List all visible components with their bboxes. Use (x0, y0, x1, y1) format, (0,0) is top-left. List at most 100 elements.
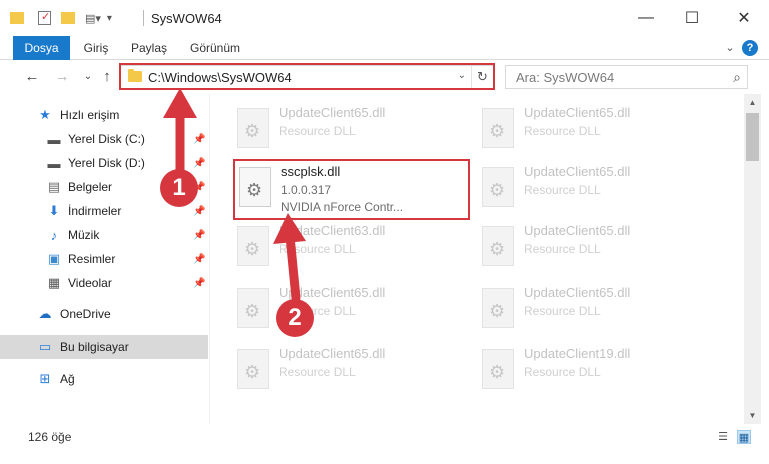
sidebar-item-pictures[interactable]: ▣ Resimler 📌 (0, 247, 208, 271)
pin-icon[interactable]: 📌 (193, 158, 205, 169)
file-name: UpdateClient65.dll (279, 285, 386, 300)
dll-file-icon: ⚙ (237, 108, 269, 148)
dll-file-icon: ⚙ (482, 288, 514, 328)
sidebar-item-quick-access[interactable]: ★ Hızlı erişim (0, 103, 208, 127)
sidebar-item-videos[interactable]: ▦ Videolar 📌 (0, 271, 208, 295)
sidebar-item-label: OneDrive (60, 307, 111, 321)
file-highlight-box (233, 159, 470, 220)
file-item[interactable]: ⚙ UpdateClient63.dll Resource DLL (231, 218, 467, 276)
title-separator (143, 10, 144, 26)
download-icon: ⬇ (48, 203, 60, 218)
file-item[interactable]: ⚙ UpdateClient65.dll Resource DLL (476, 100, 712, 158)
search-icon[interactable]: ⌕ (733, 69, 741, 86)
file-description: Resource DLL (279, 124, 356, 138)
gear-icon: ⚙ (489, 301, 506, 321)
sidebar-item-label: Yerel Disk (D:) (68, 156, 145, 170)
sidebar-item-local-disk-c[interactable]: ▬ Yerel Disk (C:) 📌 (0, 127, 208, 151)
tab-view[interactable]: Görünüm (184, 36, 246, 60)
file-name: UpdateClient65.dll (524, 164, 631, 179)
vertical-scrollbar[interactable]: ▲ ▼ (744, 94, 761, 424)
pin-icon[interactable]: 📌 (193, 230, 205, 241)
documents-icon: ▤ (47, 179, 61, 194)
scroll-up-icon[interactable]: ▲ (744, 94, 761, 111)
sidebar-item-onedrive[interactable]: ☁ OneDrive (0, 302, 208, 326)
file-item[interactable]: ⚙ UpdateClient65.dll Resource DLL (476, 159, 712, 217)
file-item[interactable]: ⚙ UpdateClient65.dll Resource DLL (476, 280, 712, 338)
dll-file-icon: ⚙ (482, 108, 514, 148)
sidebar-item-label: Resimler (68, 252, 116, 266)
pin-icon[interactable]: 📌 (193, 278, 205, 289)
callout-badge-2: 2 (276, 299, 314, 337)
quick-access-dropdown-icon[interactable]: ▾ (107, 13, 112, 24)
close-button[interactable]: ✕ (721, 0, 767, 36)
gear-icon: ⚙ (489, 121, 506, 141)
sidebar-item-label: Müzik (68, 228, 100, 242)
drive-icon: ▬ (47, 131, 61, 147)
file-description: Resource DLL (524, 242, 601, 256)
file-description: Resource DLL (524, 124, 601, 138)
gear-icon: ⚙ (489, 239, 506, 259)
expand-ribbon-icon[interactable]: ⌄ (722, 40, 738, 56)
file-item[interactable]: ⚙ UpdateClient65.dll Resource DLL (231, 280, 467, 338)
file-name: UpdateClient63.dll (279, 223, 386, 238)
search-input[interactable]: Ara: SysWOW64 (516, 70, 614, 85)
scroll-thumb[interactable] (746, 113, 759, 161)
computer-icon: ▭ (38, 339, 52, 354)
file-name: UpdateClient65.dll (279, 105, 386, 120)
sidebar-item-label: Hızlı erişim (60, 108, 120, 122)
new-folder-icon[interactable] (61, 12, 75, 24)
dll-file-icon: ⚙ (482, 167, 514, 207)
file-description: Resource DLL (524, 183, 601, 197)
item-count: 126 öğe (28, 430, 72, 444)
navigation-pane: ★ Hızlı erişim ▬ Yerel Disk (C:) 📌 ▬ Yer… (0, 94, 210, 424)
sidebar-item-label: Belgeler (68, 180, 113, 194)
file-name: UpdateClient65.dll (524, 105, 631, 120)
pin-icon[interactable]: 📌 (193, 206, 205, 217)
maximize-button[interactable]: ☐ (669, 0, 715, 36)
ribbon: Dosya Giriş Paylaş Görünüm ⌄ ? (0, 36, 769, 94)
star-icon: ★ (39, 107, 51, 122)
file-description: Resource DLL (524, 304, 601, 318)
recent-locations-button[interactable]: ⌄ (78, 67, 98, 87)
sidebar-item-music[interactable]: ♪ Müzik 📌 (0, 223, 208, 247)
file-item[interactable]: ⚙ UpdateClient19.dll Resource DLL (476, 341, 712, 399)
folder-icon[interactable] (10, 12, 24, 24)
status-bar: 126 öğe ☰ ▦ (0, 424, 769, 450)
customize-icon[interactable]: ▤▾ (85, 12, 101, 25)
file-name: UpdateClient65.dll (524, 285, 631, 300)
network-icon: ⊞ (39, 371, 51, 386)
callout-badge-1: 1 (160, 169, 198, 207)
pin-icon[interactable]: 📌 (193, 134, 205, 145)
sidebar-item-label: Bu bilgisayar (60, 340, 129, 354)
help-icon[interactable]: ? (742, 40, 758, 56)
details-view-icon[interactable]: ☰ (716, 430, 730, 444)
tiles-view-icon[interactable]: ▦ (737, 430, 751, 444)
sidebar-item-label: Yerel Disk (C:) (68, 132, 145, 146)
file-description: Resource DLL (524, 365, 601, 379)
tab-share[interactable]: Paylaş (125, 36, 173, 60)
properties-icon[interactable]: ✓ (38, 11, 51, 25)
file-item[interactable]: ⚙ UpdateClient65.dll Resource DLL (476, 218, 712, 276)
gear-icon: ⚙ (489, 180, 506, 200)
pin-icon[interactable]: 📌 (193, 254, 205, 265)
sidebar-item-network[interactable]: ⊞ Ağ (0, 367, 208, 391)
gear-icon: ⚙ (244, 239, 261, 259)
sidebar-item-label: Ağ (60, 372, 75, 386)
forward-button[interactable]: → (52, 67, 72, 87)
search-box[interactable]: Ara: SysWOW64 ⌕ (505, 65, 748, 89)
sidebar-item-label: Videolar (68, 276, 112, 290)
gear-icon: ⚙ (244, 301, 261, 321)
file-item[interactable]: ⚙ UpdateClient65.dll Resource DLL (231, 341, 467, 399)
gear-icon: ⚙ (244, 362, 261, 382)
sidebar-item-label: İndirmeler (68, 204, 122, 218)
up-button[interactable]: ↑ (97, 67, 117, 87)
drive-icon: ▬ (47, 155, 61, 171)
sidebar-item-this-pc[interactable]: ▭ Bu bilgisayar (0, 335, 208, 359)
pictures-icon: ▣ (47, 251, 61, 266)
back-button[interactable]: ← (22, 67, 42, 87)
minimize-button[interactable]: — (623, 0, 669, 36)
videos-icon: ▦ (47, 275, 61, 290)
tab-home[interactable]: Giriş (77, 36, 115, 60)
file-item[interactable]: ⚙ UpdateClient65.dll Resource DLL (231, 100, 467, 158)
scroll-down-icon[interactable]: ▼ (744, 407, 761, 424)
